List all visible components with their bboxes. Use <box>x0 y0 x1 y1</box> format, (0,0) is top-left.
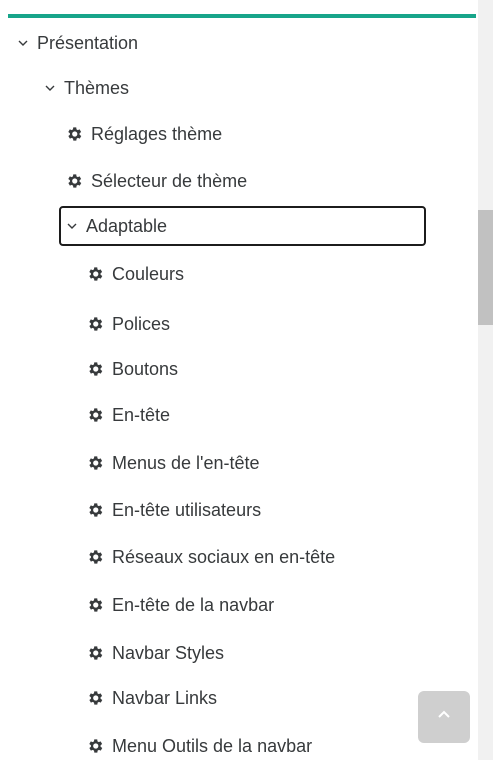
tree-item-boutons[interactable]: Boutons <box>86 358 178 380</box>
chevron-down-icon <box>67 221 77 231</box>
scrollbar-track[interactable] <box>478 0 493 760</box>
tree-item-couleurs[interactable]: Couleurs <box>86 263 184 285</box>
gear-icon <box>86 315 104 333</box>
tree-node-themes[interactable]: Thèmes <box>45 77 129 99</box>
tree-item-label: Polices <box>112 314 171 334</box>
gear-icon <box>86 689 104 707</box>
tree-item-theme-settings[interactable]: Réglages thème <box>65 123 222 145</box>
chevron-down-icon <box>45 83 55 93</box>
tree-item-label: En-tête <box>112 405 171 425</box>
tree-node-presentation[interactable]: Présentation <box>18 32 138 54</box>
tree-item-label: Boutons <box>112 359 179 379</box>
tree-item-menus-en-tete[interactable]: Menus de l'en-tête <box>86 452 260 474</box>
tree-item-navbar-styles[interactable]: Navbar Styles <box>86 642 224 664</box>
tree-item-label: Couleurs <box>112 264 185 284</box>
scroll-to-top-button[interactable] <box>418 691 470 743</box>
tree-item-label: En-tête de la navbar <box>112 595 275 615</box>
tree-item-reseaux-sociaux[interactable]: Réseaux sociaux en en-tête <box>86 546 335 568</box>
tree-node-adaptable[interactable]: Adaptable <box>59 206 426 246</box>
accent-bar <box>8 14 476 18</box>
gear-icon <box>86 454 104 472</box>
tree-item-en-tete[interactable]: En-tête <box>86 404 170 426</box>
gear-icon <box>86 501 104 519</box>
tree-item-label: Menus de l'en-tête <box>112 453 260 473</box>
tree-item-en-tete-utilisateurs[interactable]: En-tête utilisateurs <box>86 499 261 521</box>
tree-item-en-tete-navbar[interactable]: En-tête de la navbar <box>86 594 274 616</box>
tree-item-label: Menu Outils de la navbar <box>112 736 313 756</box>
tree-node-label: Présentation <box>37 33 139 53</box>
tree-item-label: Réglages thème <box>91 124 223 144</box>
gear-icon <box>86 596 104 614</box>
chevron-down-icon <box>18 38 28 48</box>
tree-item-label: Réseaux sociaux en en-tête <box>112 547 336 567</box>
gear-icon <box>86 360 104 378</box>
tree-node-label: Thèmes <box>64 78 130 98</box>
gear-icon <box>86 737 104 755</box>
scrollbar-thumb[interactable] <box>478 210 493 325</box>
gear-icon <box>65 172 83 190</box>
tree-item-label: Sélecteur de thème <box>91 171 248 191</box>
tree-item-label: Navbar Links <box>112 688 218 708</box>
gear-icon <box>86 265 104 283</box>
tree-item-label: Navbar Styles <box>112 643 225 663</box>
gear-icon <box>86 644 104 662</box>
tree-node-label: Adaptable <box>86 216 168 236</box>
tree-item-navbar-links[interactable]: Navbar Links <box>86 687 217 709</box>
chevron-up-icon <box>437 708 451 727</box>
gear-icon <box>65 125 83 143</box>
gear-icon <box>86 406 104 424</box>
tree-item-polices[interactable]: Polices <box>86 313 170 335</box>
tree-item-theme-selector[interactable]: Sélecteur de thème <box>65 170 247 192</box>
gear-icon <box>86 548 104 566</box>
tree-item-label: En-tête utilisateurs <box>112 500 262 520</box>
tree-item-menu-outils-navbar[interactable]: Menu Outils de la navbar <box>86 735 312 757</box>
